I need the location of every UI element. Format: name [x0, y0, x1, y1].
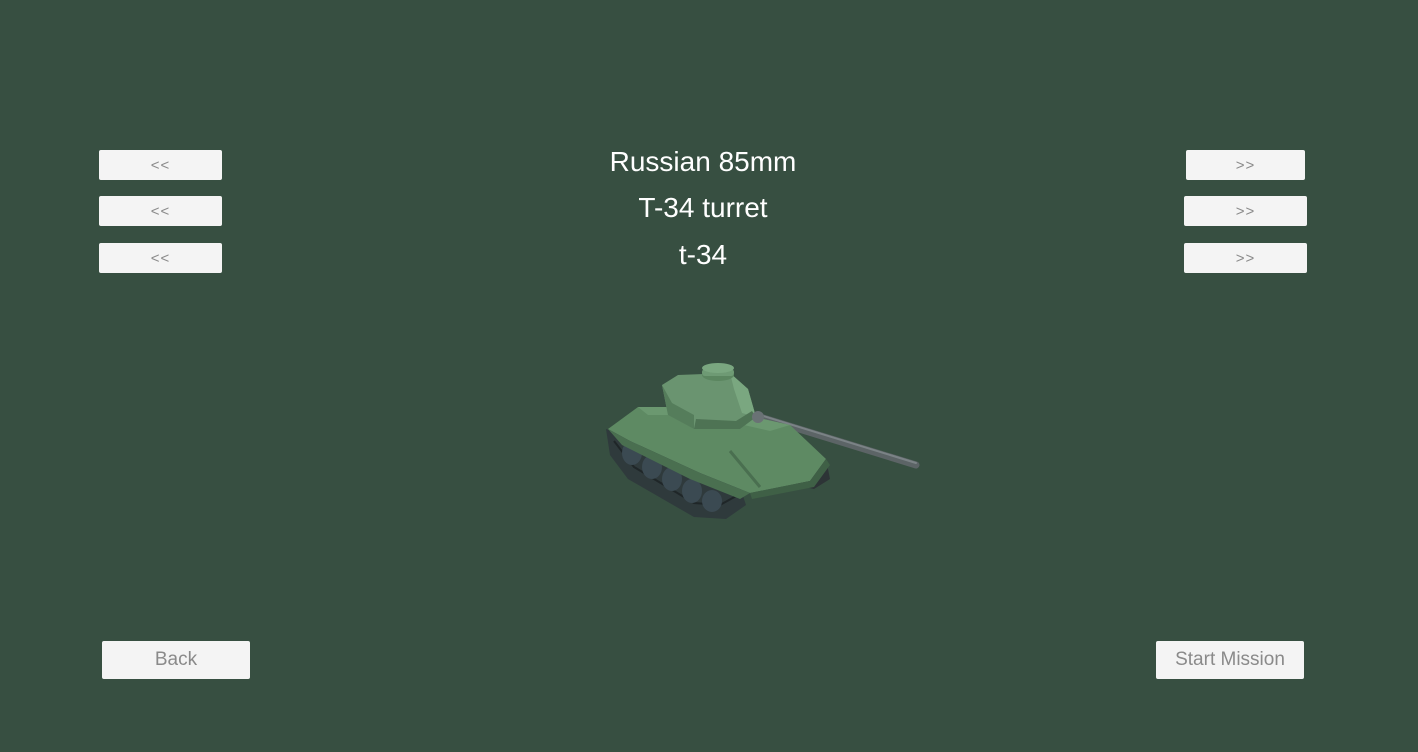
tank-model-preview	[606, 363, 920, 519]
turret-next-button[interactable]: >>	[1184, 196, 1307, 226]
hull-prev-button[interactable]: <<	[99, 243, 222, 273]
gun-next-button[interactable]: >>	[1186, 150, 1305, 180]
tank-turret	[662, 363, 764, 429]
turret-label: T-34 turret	[638, 192, 768, 223]
hull-label: t-34	[678, 239, 728, 270]
hull-next-button[interactable]: >>	[1184, 243, 1307, 273]
gun-label: Russian 85mm	[609, 146, 797, 177]
back-button[interactable]: Back	[102, 641, 250, 679]
gun-prev-button[interactable]: <<	[99, 150, 222, 180]
turret-prev-button[interactable]: <<	[99, 196, 222, 226]
start-mission-button[interactable]: Start Mission	[1156, 641, 1304, 679]
